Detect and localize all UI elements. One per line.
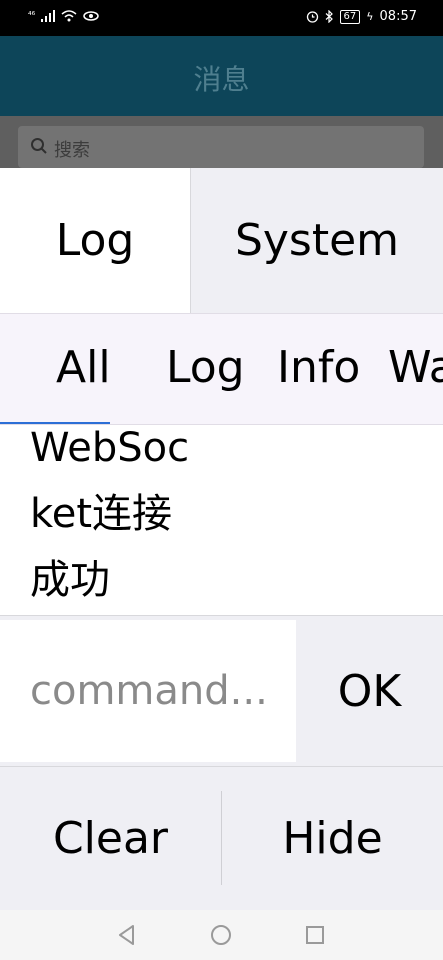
page-title: 消息 [193, 63, 250, 96]
search-input[interactable]: 搜索 [18, 126, 424, 168]
home-icon[interactable] [208, 922, 234, 948]
filter-selected-indicator [0, 422, 110, 424]
log-list[interactable]: WebSocket连接成功 [0, 425, 443, 616]
signal-icon [41, 10, 56, 22]
back-icon[interactable] [114, 922, 140, 948]
search-placeholder: 搜索 [54, 140, 90, 161]
hide-button[interactable]: Hide [222, 767, 443, 910]
navigation-bar [0, 910, 443, 960]
command-input[interactable] [0, 620, 296, 762]
status-bar: ⁴⁶ 67 ϟ 08:57 [0, 0, 443, 36]
log-entry: WebSocket连接成功 [30, 425, 190, 603]
eye-icon [83, 11, 99, 21]
filter-tab-info[interactable]: Info [277, 342, 360, 393]
charging-icon: ϟ [366, 10, 374, 23]
filter-tab-all[interactable]: All [56, 342, 111, 393]
alarm-icon [306, 11, 318, 23]
ok-button[interactable]: OK [296, 616, 443, 766]
filter-tab-log[interactable]: Log [166, 342, 245, 393]
bluetooth-icon [325, 10, 333, 23]
clock: 08:57 [379, 9, 417, 24]
tab-system[interactable]: System [190, 168, 443, 313]
console-top-tabs: Log System [0, 168, 443, 313]
battery-level: 67 [343, 10, 357, 22]
wifi-icon [61, 10, 77, 22]
network-type-label: ⁴⁶ [28, 11, 36, 21]
filter-tab-warn[interactable]: Wa [388, 342, 443, 393]
screen: ⁴⁶ 67 ϟ 08:57 消息 搜索 Log System All Log I… [0, 0, 443, 960]
battery-icon: 67 [339, 9, 361, 24]
clear-button[interactable]: Clear [0, 767, 221, 910]
search-strip: 搜索 [0, 116, 443, 170]
recent-apps-icon[interactable] [302, 922, 328, 948]
app-bar: 消息 [0, 36, 443, 116]
console-panel: Log System All Log Info Wa WebSocket连接成功… [0, 168, 443, 910]
console-actions: Clear Hide [0, 766, 443, 910]
log-filter-tabs: All Log Info Wa [0, 313, 443, 425]
status-right-icons: 67 ϟ 08:57 [306, 9, 417, 24]
search-icon [31, 138, 47, 154]
tab-log[interactable]: Log [0, 168, 190, 313]
command-row: OK [0, 616, 443, 766]
status-left-icons: ⁴⁶ [28, 10, 99, 22]
